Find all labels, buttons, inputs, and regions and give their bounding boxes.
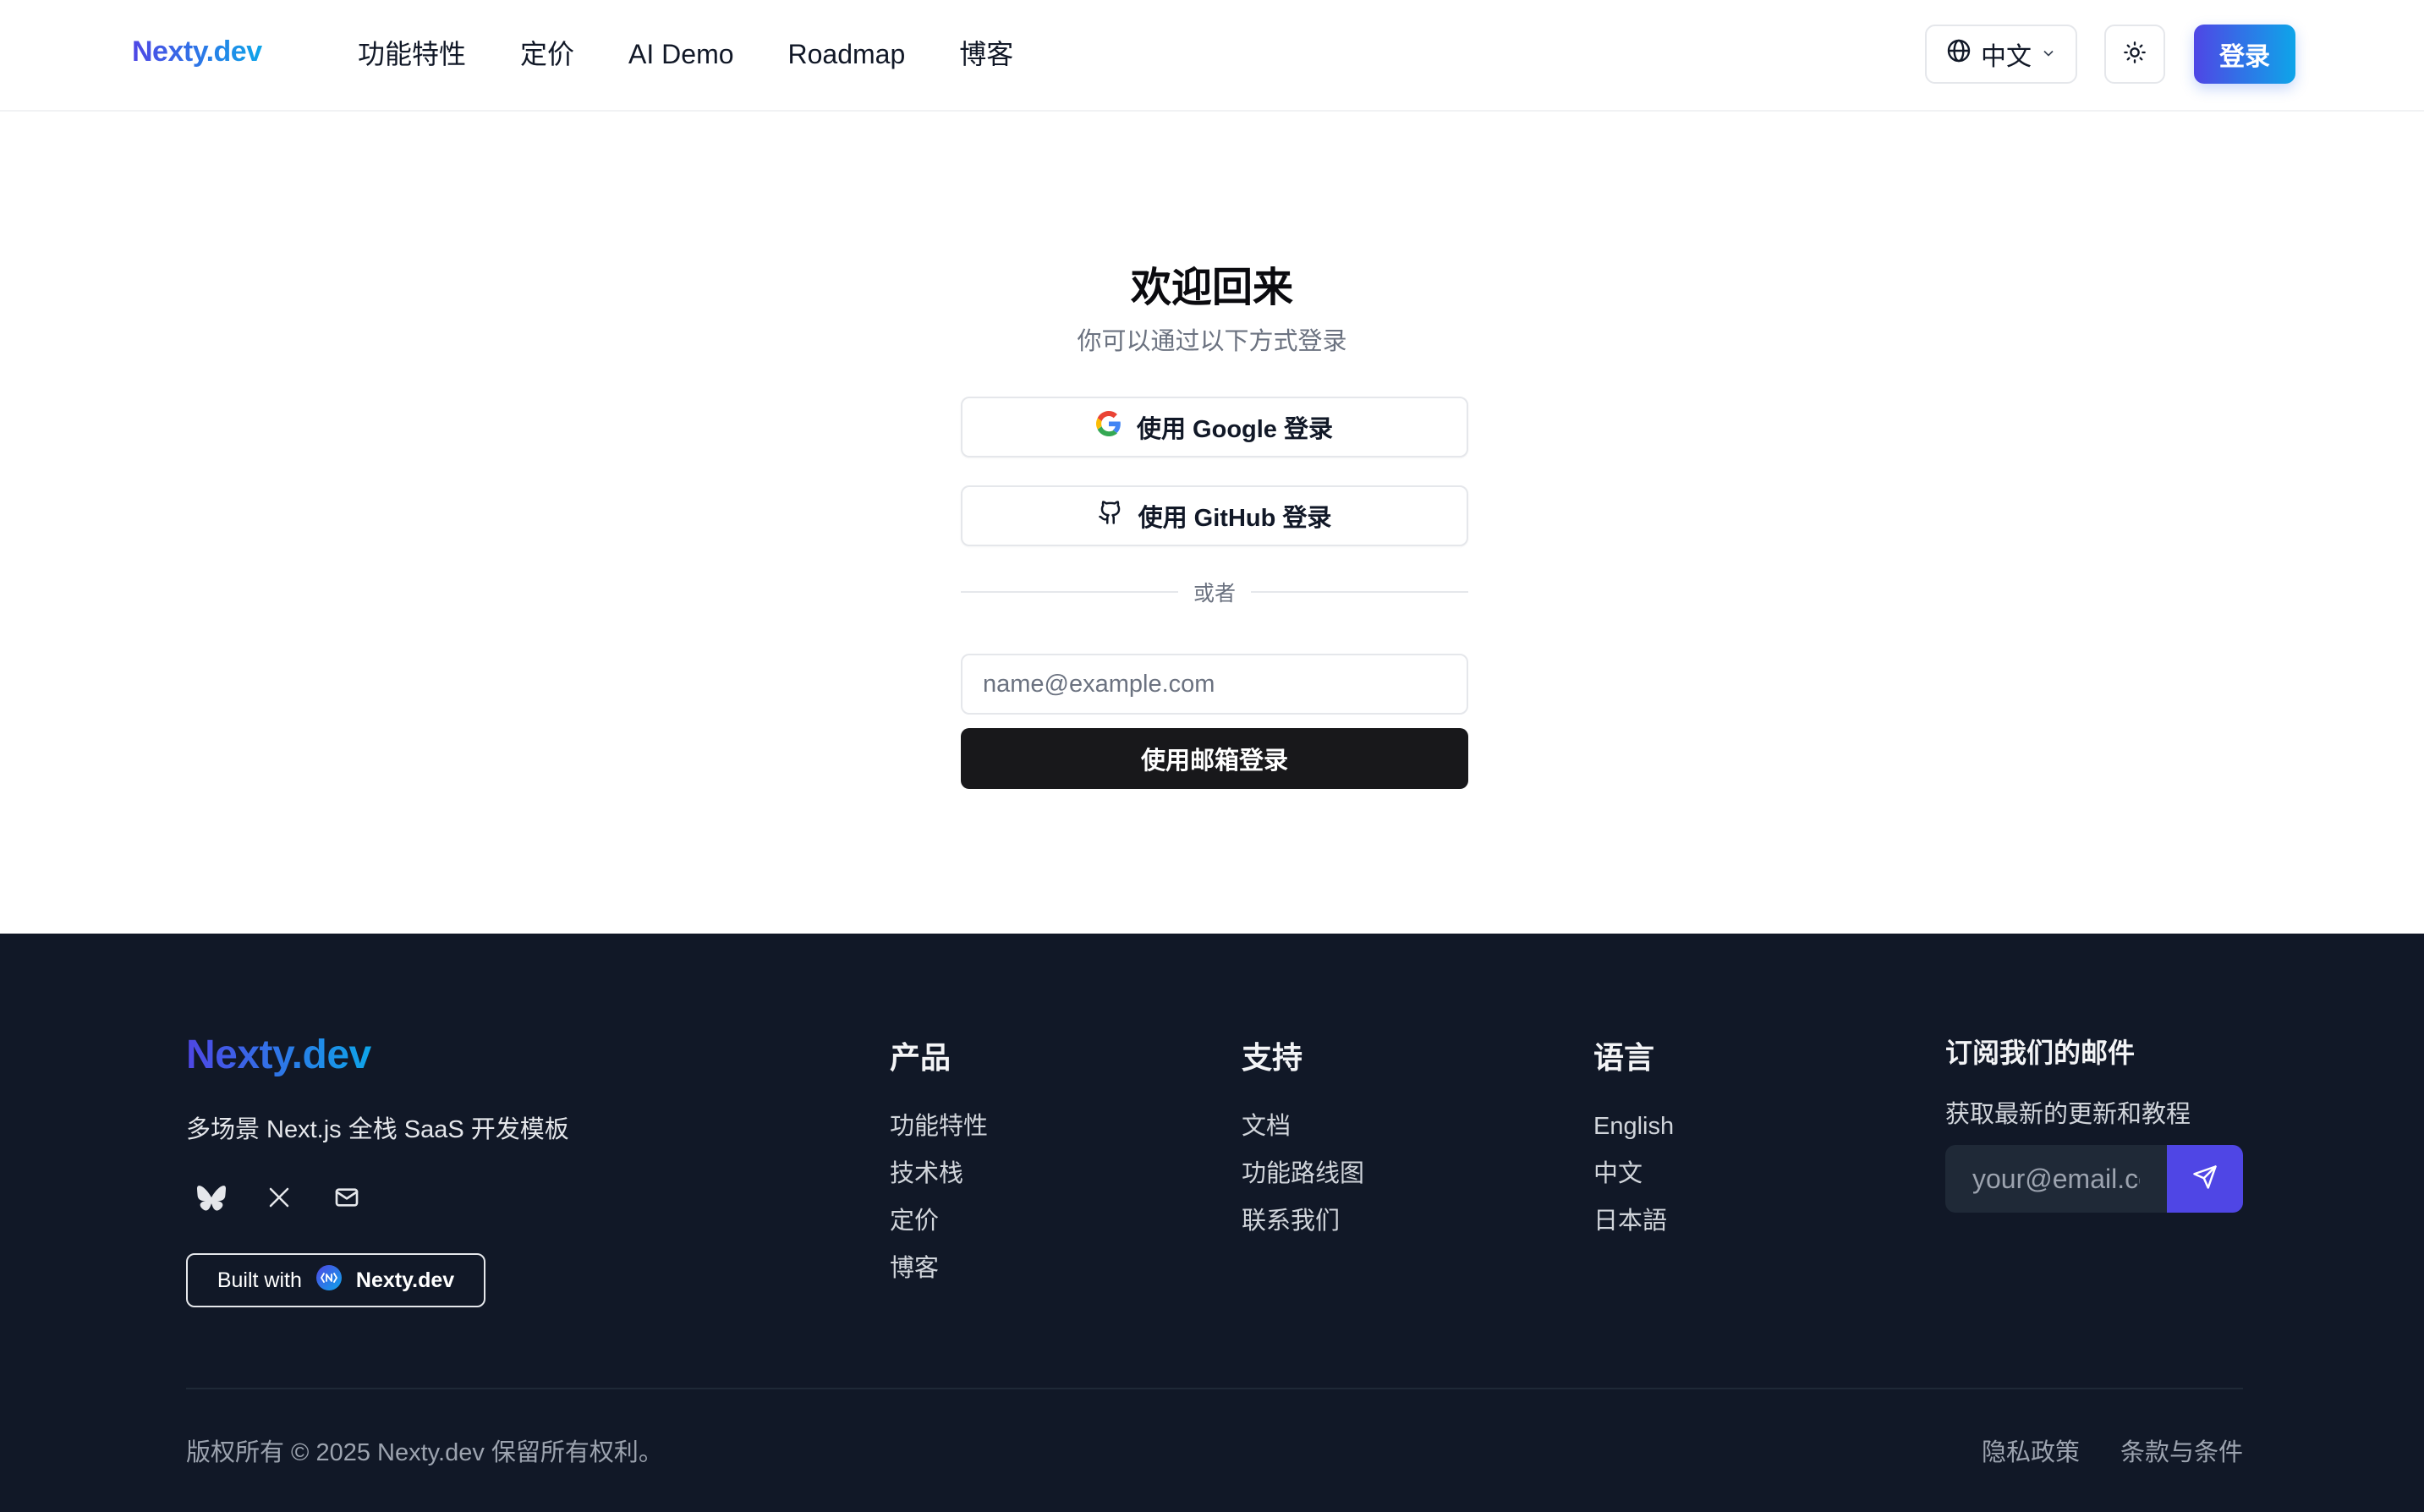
main-nav: 功能特性 定价 AI Demo Roadmap 博客 (358, 34, 1013, 74)
footer-language-column: 语言 English 中文 日本語 (1593, 1033, 1674, 1245)
google-icon (1095, 411, 1122, 443)
footer-link-chinese[interactable]: 中文 (1593, 1150, 1674, 1197)
page-subtitle: 你可以通过以下方式登录 (1077, 328, 1347, 355)
footer-link-blog[interactable]: 博客 (890, 1245, 988, 1292)
legal-links: 隐私政策 条款与条件 (1982, 1433, 2243, 1468)
github-login-button[interactable]: 使用 GitHub 登录 (961, 485, 1468, 546)
chevron-down-icon (2040, 40, 2057, 68)
send-icon (2192, 1164, 2218, 1194)
or-divider: 或者 (961, 575, 1469, 609)
google-login-label: 使用 Google 登录 (1136, 416, 1333, 443)
nexty-badge-icon (315, 1264, 343, 1297)
footer-link-japanese[interactable]: 日本語 (1593, 1197, 1674, 1245)
footer-link-pricing[interactable]: 定价 (890, 1197, 988, 1245)
built-with-brand: Nexty.dev (355, 1268, 455, 1292)
theme-toggle-button[interactable] (2104, 25, 2165, 84)
divider-label: 或者 (1193, 582, 1237, 605)
built-with-label: Built with (217, 1268, 302, 1292)
google-login-button[interactable]: 使用 Google 登录 (961, 397, 1468, 457)
site-footer: Nexty.dev 多场景 Next.js 全栈 SaaS 开发模板 Built… (0, 934, 2424, 1512)
privacy-policy-link[interactable]: 隐私政策 (1982, 1433, 2080, 1468)
footer-logo[interactable]: Nexty.dev (186, 1032, 371, 1078)
nav-pricing[interactable]: 定价 (520, 34, 574, 74)
email-login-button[interactable]: 使用邮箱登录 (961, 728, 1468, 789)
newsletter-title: 订阅我们的邮件 (1945, 1038, 2136, 1068)
footer-link-contact[interactable]: 联系我们 (1242, 1197, 1364, 1245)
email-input[interactable] (961, 654, 1468, 715)
footer-product-title: 产品 (890, 1040, 952, 1075)
x-icon[interactable] (260, 1179, 298, 1216)
footer-language-title: 语言 (1593, 1040, 1655, 1075)
footer-link-roadmap[interactable]: 功能路线图 (1242, 1150, 1364, 1197)
auth-section: 欢迎回来 你可以通过以下方式登录 使用 Google 登录 使用 GitHub … (0, 112, 2424, 934)
page-title: 欢迎回来 (1130, 266, 1293, 310)
footer-link-features[interactable]: 功能特性 (890, 1103, 988, 1150)
footer-link-tech-stack[interactable]: 技术栈 (890, 1150, 988, 1197)
footer-divider (186, 1388, 2243, 1389)
footer-link-docs[interactable]: 文档 (1242, 1103, 1364, 1150)
nav-ai-demo[interactable]: AI Demo (628, 34, 733, 74)
github-icon (1098, 500, 1123, 532)
footer-product-column: 产品 功能特性 技术栈 定价 博客 (890, 1033, 988, 1292)
site-logo[interactable]: Nexty.dev (132, 36, 262, 68)
header-login-button[interactable]: 登录 (2194, 25, 2295, 84)
newsletter-submit-button[interactable] (2167, 1145, 2243, 1213)
footer-tagline: 多场景 Next.js 全栈 SaaS 开发模板 (186, 1116, 569, 1143)
language-label: 中文 (1981, 43, 2032, 71)
divider-line-right (1251, 591, 1469, 593)
newsletter-form (1945, 1145, 2243, 1213)
nav-blog[interactable]: 博客 (959, 34, 1013, 74)
built-with-badge[interactable]: Built with Nexty.dev (186, 1253, 485, 1307)
newsletter-email-input[interactable] (1945, 1145, 2167, 1213)
footer-link-english[interactable]: English (1593, 1103, 1674, 1150)
social-links (193, 1179, 365, 1216)
newsletter-section: 订阅我们的邮件 获取最新的更新和教程 (1945, 1032, 2191, 1130)
github-login-label: 使用 GitHub 登录 (1138, 505, 1332, 532)
bluesky-icon[interactable] (193, 1179, 230, 1216)
copyright-text: 版权所有 © 2025 Nexty.dev 保留所有权利。 (186, 1439, 663, 1466)
nav-roadmap[interactable]: Roadmap (788, 34, 906, 74)
site-header: Nexty.dev 功能特性 定价 AI Demo Roadmap 博客 中文 … (0, 0, 2424, 112)
divider-line-left (961, 591, 1178, 593)
newsletter-subtitle: 获取最新的更新和教程 (1945, 1101, 2191, 1128)
sun-icon (2123, 41, 2147, 68)
footer-support-title: 支持 (1242, 1040, 1303, 1075)
nav-features[interactable]: 功能特性 (358, 34, 466, 74)
terms-link[interactable]: 条款与条件 (2120, 1433, 2243, 1468)
footer-support-column: 支持 文档 功能路线图 联系我们 (1242, 1033, 1364, 1245)
globe-icon (1945, 37, 1972, 71)
mail-icon[interactable] (328, 1179, 365, 1216)
language-switcher[interactable]: 中文 (1925, 25, 2077, 84)
